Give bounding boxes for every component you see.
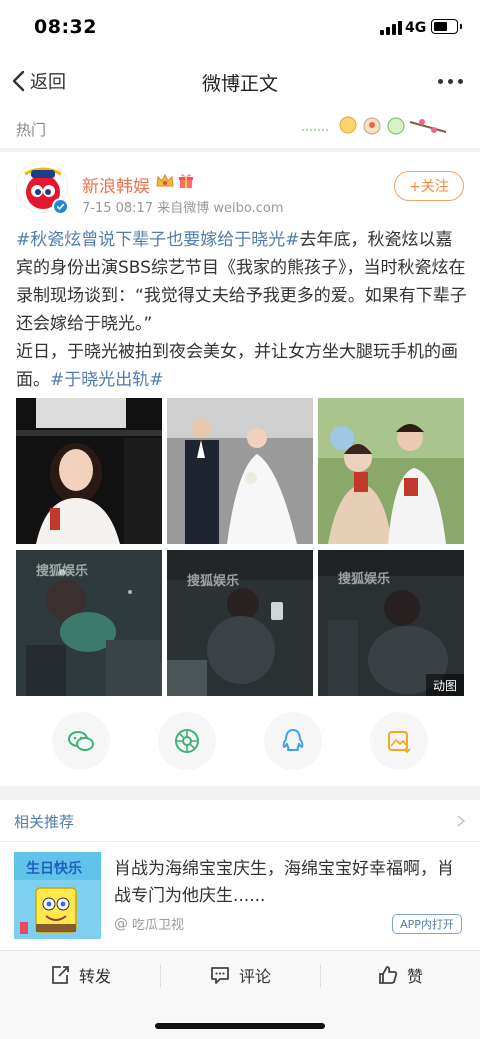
like-button[interactable]: 赞 bbox=[320, 951, 480, 999]
watermark-label: 搜狐娱乐 bbox=[338, 572, 391, 587]
network-type: 4G bbox=[405, 20, 427, 36]
related-thumbnail: 生日快乐 bbox=[14, 852, 101, 939]
hot-label: 热门 bbox=[16, 121, 47, 139]
comment-button[interactable]: 评论 bbox=[160, 951, 320, 999]
chevron-right-icon bbox=[457, 815, 466, 827]
watermark-label: 搜狐娱乐 bbox=[36, 564, 89, 579]
save-image-icon bbox=[388, 731, 411, 754]
wechat-icon bbox=[68, 731, 94, 751]
thumbnail-caption: 生日快乐 bbox=[26, 861, 82, 877]
gif-badge: 动图 bbox=[426, 674, 464, 696]
related-header[interactable]: 相关推荐 bbox=[0, 800, 480, 842]
open-in-app-button[interactable]: APP内打开 bbox=[392, 914, 462, 934]
crown-badge-icon bbox=[156, 173, 174, 187]
related-item[interactable]: 生日快乐 肖战为海绵宝宝庆生，海绵宝宝好幸福啊，肖战专门为他庆生...... @… bbox=[0, 842, 480, 946]
related-item-source: @ 吃瓜卫视 bbox=[114, 914, 185, 934]
signal-icon bbox=[380, 21, 402, 35]
status-time: 08:32 bbox=[34, 16, 97, 38]
comment-label: 评论 bbox=[238, 967, 271, 986]
hot-bar: 热门 bbox=[0, 108, 480, 148]
follow-button[interactable]: +关注 bbox=[394, 171, 464, 201]
qq-icon bbox=[282, 729, 304, 751]
post-text: #秋瓷炫曾说下辈子也要嫁给于晓光#去年底，秋瓷炫以嘉宾的身份出演SBS综艺节目《… bbox=[16, 226, 468, 394]
battery-icon bbox=[431, 19, 462, 34]
share-wechat-button[interactable] bbox=[52, 712, 110, 770]
gift-badge-icon bbox=[179, 174, 193, 188]
home-indicator bbox=[0, 1000, 480, 1039]
related-title: 相关推荐 bbox=[14, 813, 75, 831]
hashtag-link[interactable]: #秋瓷炫曾说下辈子也要嫁给于晓光# bbox=[16, 230, 300, 250]
photo-couple-selfie[interactable] bbox=[318, 398, 464, 544]
repost-icon bbox=[52, 966, 69, 984]
photo-woman-white-sweater[interactable] bbox=[16, 398, 162, 544]
nav-bar: 返回 微博正文 bbox=[0, 58, 480, 104]
decoration-stickers-icon bbox=[302, 116, 447, 135]
post-header: 新浪韩娱 7-15 08:17 来自微博 weibo.com +关注 bbox=[0, 152, 480, 222]
thumbs-up-icon bbox=[379, 966, 398, 984]
bottom-action-bar: 转发 评论 赞 bbox=[0, 950, 480, 1000]
share-moments-button[interactable] bbox=[158, 712, 216, 770]
watermark-label: 搜狐娱乐 bbox=[187, 574, 240, 589]
related-item-title: 肖战为海绵宝宝庆生，海绵宝宝好幸福啊，肖战专门为他庆生...... bbox=[114, 859, 454, 906]
hashtag-link[interactable]: #于晓光出轨# bbox=[50, 370, 164, 390]
save-image-button[interactable] bbox=[370, 712, 428, 770]
page-title: 微博正文 bbox=[201, 73, 278, 95]
at-icon: @ bbox=[114, 915, 128, 932]
author-name[interactable]: 新浪韩娱 bbox=[82, 172, 150, 197]
moments-icon bbox=[175, 729, 199, 753]
comment-icon bbox=[211, 967, 229, 984]
like-label: 赞 bbox=[406, 967, 423, 986]
status-bar: 08:32 4G bbox=[0, 0, 480, 58]
related-source-name: 吃瓜卫视 bbox=[132, 918, 185, 933]
divider bbox=[0, 786, 480, 800]
photo-grid: 动图 搜狐娱乐 搜狐娱乐 搜狐娱乐 bbox=[16, 398, 464, 696]
follow-label: +关注 bbox=[409, 179, 449, 195]
verified-badge-icon bbox=[52, 198, 69, 215]
repost-label: 转发 bbox=[78, 967, 111, 986]
more-options-button[interactable] bbox=[436, 71, 466, 91]
post-meta: 7-15 08:17 来自微博 weibo.com bbox=[82, 201, 284, 216]
photo-wedding[interactable] bbox=[167, 398, 313, 544]
repost-button[interactable]: 转发 bbox=[0, 951, 160, 999]
share-row bbox=[0, 712, 480, 778]
share-qq-button[interactable] bbox=[264, 712, 322, 770]
